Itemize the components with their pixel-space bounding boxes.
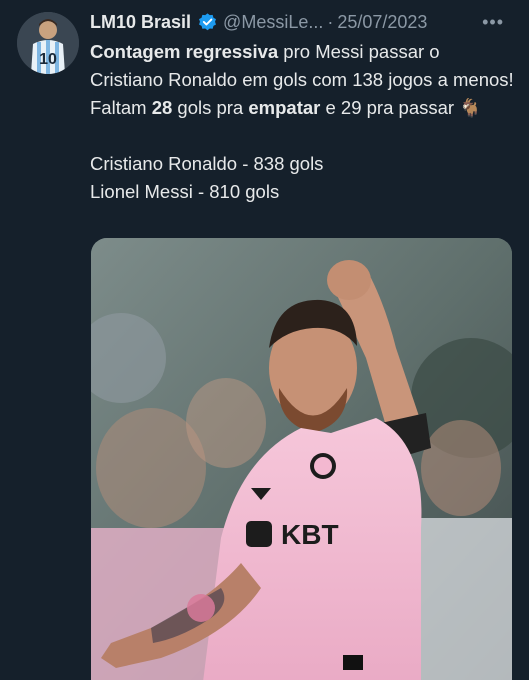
- author-name[interactable]: LM10 Brasil: [90, 12, 191, 33]
- stat-ronaldo: Cristiano Ronaldo - 838 gols: [90, 153, 324, 174]
- text-bold-countdown: Contagem regressiva: [90, 41, 279, 62]
- text-bold-empatar: empatar: [248, 97, 321, 118]
- tweet[interactable]: 10 LM10 Brasil @MessiLe... · 25/07/2023 …: [0, 0, 529, 680]
- messi-avatar-icon[interactable]: 10: [17, 12, 79, 74]
- stat-messi: Lionel Messi - 810 gols: [90, 181, 280, 202]
- text-segment: gols pra: [172, 97, 249, 118]
- tweet-date[interactable]: 25/07/2023: [337, 12, 427, 33]
- text-segment: e 29 pra passar: [320, 97, 460, 118]
- goat-emoji-icon: 🐐: [459, 98, 482, 118]
- tweet-media-photo[interactable]: KBT: [91, 238, 512, 680]
- author-handle[interactable]: @MessiLe...: [223, 12, 323, 33]
- messi-celebration-photo: KBT: [91, 238, 512, 680]
- separator-dot: ·: [327, 11, 334, 32]
- tweet-header: LM10 Brasil @MessiLe... · 25/07/2023 •••: [90, 9, 520, 35]
- text-bold-number: 28: [151, 97, 173, 118]
- svg-text:10: 10: [39, 51, 57, 68]
- more-options-icon[interactable]: •••: [482, 12, 504, 33]
- shirt-sponsor-text: KBT: [281, 519, 339, 550]
- tweet-text: Contagem regressiva pro Messi passar o C…: [90, 38, 515, 206]
- verified-badge-icon: [197, 12, 218, 33]
